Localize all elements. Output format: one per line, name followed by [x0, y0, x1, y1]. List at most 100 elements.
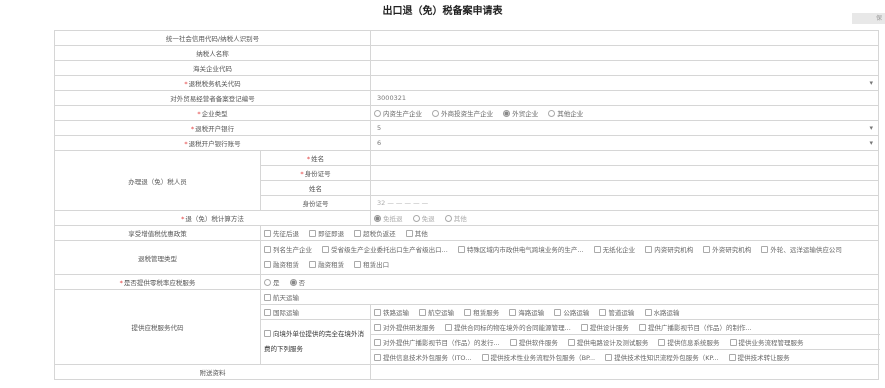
service-option[interactable]: 提供业务流程管理服务: [729, 337, 804, 347]
agent-name1-field[interactable]: [370, 150, 880, 166]
service-option[interactable]: 提供软件服务: [509, 337, 558, 347]
agent-name1-label: 姓名: [311, 155, 325, 163]
service-option[interactable]: 提供电路设计及测试服务: [567, 337, 648, 347]
row-refund-bank: *退税开户银行 5: [53, 120, 880, 136]
service-option[interactable]: 提供信息技术外包服务（ITO...: [374, 352, 471, 362]
customs-code-field[interactable]: [370, 60, 880, 76]
attachment-field[interactable]: [370, 364, 880, 380]
checkbox-icon: [605, 354, 613, 361]
calc-option[interactable]: 免退: [412, 213, 435, 223]
agent-id2-field[interactable]: 32 — — — — —: [374, 197, 875, 210]
mgmt-option[interactable]: 列名生产企业: [264, 243, 312, 258]
row-foreign-trade: 对外贸易经营者备案登记编号 3000321: [53, 90, 880, 106]
radio-icon: [432, 110, 440, 117]
service-option[interactable]: 提供合同标的物在境外的合同能源管理...: [445, 322, 571, 332]
transport-option[interactable]: 铁路运输: [374, 307, 409, 317]
service-option[interactable]: 提供广播影视节目（作品）的制作...: [638, 322, 752, 332]
foreign-trade-label: 对外贸易经营者备案登记编号: [53, 90, 372, 106]
calc-option[interactable]: 免抵退: [374, 213, 403, 223]
mgmt-option[interactable]: 融资租赁: [264, 258, 299, 273]
taxpayer-name-field[interactable]: [370, 45, 880, 61]
checkbox-icon: [309, 230, 317, 237]
agent-id1-label: 身份证号: [304, 170, 331, 178]
preference-option[interactable]: 其他: [405, 228, 428, 238]
transport-option[interactable]: 海路运输: [509, 307, 544, 317]
enterprise-type-option[interactable]: 外商投资生产企业: [432, 108, 493, 118]
mgmt-option[interactable]: 租赁出口: [354, 258, 389, 273]
checkbox-icon: [729, 339, 737, 346]
attachment-label: 附送资料: [53, 364, 372, 380]
service-option[interactable]: 提供设计服务: [580, 322, 629, 332]
calc-option[interactable]: 其他: [444, 213, 467, 223]
transport-option[interactable]: 公路运输: [554, 307, 589, 317]
row-zero-rate: *是否提供零税率应税服务 是 否: [54, 274, 880, 290]
preference-option[interactable]: 超税负返还: [354, 228, 396, 238]
service-option[interactable]: 提供技术性业务流程外包服务（BP...: [481, 352, 595, 362]
checkbox-icon: [264, 294, 271, 301]
checkbox-icon: [481, 354, 489, 361]
agent-id2-label: 身份证号: [259, 195, 372, 211]
transport-option[interactable]: 管道运输: [599, 307, 634, 317]
refund-account-select[interactable]: 6: [374, 137, 875, 150]
service-option[interactable]: 对外提供研发服务: [374, 322, 435, 332]
mgmt-option[interactable]: 外资研究机构: [703, 243, 751, 258]
service-option[interactable]: 对外提供广播影视节目（作品）的发行...: [374, 337, 500, 347]
service-code-label: 提供应税服务代码: [54, 289, 261, 365]
radio-selected-icon: [503, 110, 511, 117]
transport-option[interactable]: 租赁服务: [464, 307, 499, 317]
customs-code-label: 海关企业代码: [53, 60, 372, 76]
enterprise-type-option[interactable]: 外贸企业: [503, 108, 538, 118]
checkbox-icon[interactable]: [264, 330, 271, 337]
refund-account-label: 退税开户银行账号: [188, 140, 241, 148]
checkbox-icon: [374, 354, 382, 361]
radio-icon: [444, 215, 452, 222]
service-option[interactable]: 提供技术性知识流程外包服务（KP...: [605, 352, 719, 362]
checkbox-icon: [464, 309, 472, 316]
transport-option[interactable]: 航空运输: [419, 307, 454, 317]
enterprise-type-option[interactable]: 内资生产企业: [374, 108, 422, 118]
mgmt-option[interactable]: 融资租赁: [309, 258, 344, 273]
mgmt-option[interactable]: 无纸化企业: [593, 243, 635, 258]
tax-office-select[interactable]: [374, 77, 875, 90]
preference-option[interactable]: 先征后退: [264, 228, 299, 238]
checkbox-icon: [658, 339, 666, 346]
credit-code-field[interactable]: [370, 30, 880, 46]
foreign-trade-field[interactable]: 3000321: [374, 92, 875, 105]
service-option[interactable]: 国际运输: [264, 307, 299, 317]
checkbox-icon: [445, 324, 453, 331]
mgmt-option[interactable]: 内资研究机构: [645, 243, 693, 258]
radio-icon: [548, 110, 556, 117]
zero-rate-option[interactable]: 否: [289, 277, 305, 287]
checkbox-icon: [580, 324, 588, 331]
checkbox-icon: [354, 260, 362, 268]
transport-option[interactable]: 水路运输: [644, 307, 680, 317]
row-calc-method: *退（免）税计算方法 免抵退 免退 其他: [53, 210, 880, 226]
checkbox-icon: [761, 245, 769, 253]
radio-selected-icon: [374, 215, 382, 222]
agent-id1-field[interactable]: [370, 165, 880, 181]
mgmt-option[interactable]: 特殊区域内市政供电气跨境业务的生产...: [457, 243, 584, 258]
preference-option[interactable]: 即征即退: [309, 228, 344, 238]
service-option[interactable]: 航天运输: [264, 292, 299, 302]
row-credit-code: 统一社会信用代码/纳税人识别号: [53, 30, 880, 46]
service-option[interactable]: 提供信息系统服务: [658, 337, 719, 347]
checkbox-icon: [509, 339, 517, 346]
checkbox-icon: [374, 309, 382, 316]
mgmt-option[interactable]: 外轮、远洋运输供应公司: [761, 243, 842, 258]
checkbox-icon: [322, 245, 330, 253]
row-agent-name1: 办理退（免）税人员 *姓名: [54, 150, 880, 211]
agent-name2-field[interactable]: [370, 180, 880, 196]
zero-rate-option[interactable]: 是: [264, 277, 280, 287]
preference-label: 享受增值税优惠政策: [54, 225, 261, 241]
service-option[interactable]: 提供技术转让服务: [728, 352, 790, 362]
zero-rate-label: 是否提供零税率应税服务: [123, 279, 196, 287]
checkbox-icon: [264, 245, 271, 253]
taxpayer-name-label: 纳税人名称: [53, 45, 372, 61]
checkbox-icon: [728, 354, 736, 361]
mgmt-option[interactable]: 受省级生产企业委托出口生产省级出口...: [322, 243, 448, 258]
checkbox-icon: [509, 309, 517, 316]
print-button[interactable]: 保: [852, 13, 885, 24]
refund-bank-select[interactable]: 5: [374, 122, 875, 135]
enterprise-type-option[interactable]: 其他企业: [548, 108, 583, 118]
row-enterprise-type: *企业类型 内资生产企业 外商投资生产企业 外贸企业 其他企业: [53, 105, 880, 121]
